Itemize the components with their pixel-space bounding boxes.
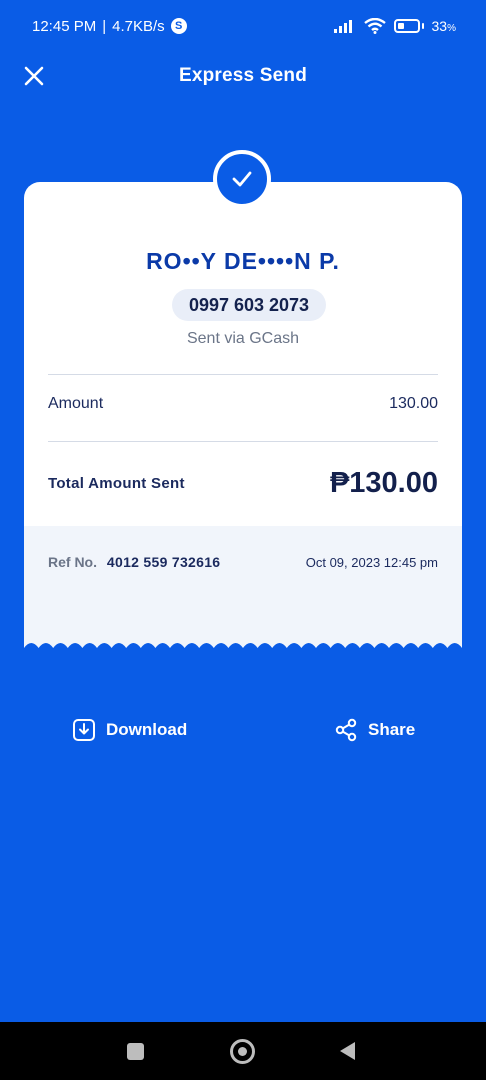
recents-button[interactable] — [127, 1043, 144, 1060]
screen: 12:45 PM | 4.7KB/s S 33% Express Send RO… — [0, 0, 486, 1080]
back-button[interactable] — [340, 1042, 355, 1060]
header: Express Send — [0, 52, 486, 100]
status-left: 12:45 PM | 4.7KB/s S — [32, 18, 187, 35]
home-button[interactable] — [230, 1039, 255, 1064]
share-button[interactable]: Share — [334, 718, 415, 742]
download-button[interactable]: Download — [72, 718, 187, 742]
amount-label: Amount — [48, 395, 104, 412]
reference-group: Ref No. 4012 559 732616 — [48, 554, 220, 570]
amount-row: Amount 130.00 — [48, 395, 438, 413]
total-label: Total Amount Sent — [48, 475, 185, 492]
signal-icon — [333, 20, 352, 33]
check-icon — [232, 171, 252, 187]
battery-icon — [393, 19, 424, 33]
app-badge-icon: S — [170, 18, 187, 34]
system-nav-bar — [0, 1022, 486, 1080]
receipt-edge — [24, 643, 462, 656]
sent-via-label: Sent via GCash — [186, 330, 300, 347]
network-speed: 4.7KB/s — [112, 17, 165, 35]
percent-sign: % — [447, 23, 456, 34]
download-label: Download — [106, 720, 188, 739]
transaction-date: Oct 09, 2023 12:45 pm — [305, 554, 438, 570]
status-time: 12:45 PM — [32, 17, 97, 35]
status-separator: | — [102, 17, 107, 35]
share-icon — [335, 718, 357, 742]
page-title: Express Send — [178, 65, 308, 86]
share-label: Share — [368, 720, 416, 739]
receipt-card: RO••Y DE••••N P. 0997 603 2073 Sent via … — [24, 150, 462, 656]
divider — [48, 374, 438, 375]
reference-section: Ref No. 4012 559 732616 Oct 09, 2023 12:… — [24, 526, 462, 652]
recipient-name: RO••Y DE••••N P. — [146, 248, 340, 274]
status-right: 33% — [333, 18, 456, 34]
total-value: ₱130.00 — [329, 467, 438, 499]
status-bar: 12:45 PM | 4.7KB/s S 33% — [0, 0, 486, 52]
ref-number: 4012 559 732616 — [106, 554, 221, 570]
reference-row: Ref No. 4012 559 732616 Oct 09, 2023 12:… — [48, 554, 438, 570]
download-icon — [73, 719, 95, 741]
success-badge — [213, 150, 271, 208]
total-row: Total Amount Sent ₱130.00 — [48, 467, 438, 500]
battery-fill — [397, 23, 404, 29]
battery-percent-value: 33 — [431, 18, 448, 34]
amount-value: 130.00 — [389, 395, 438, 412]
divider — [48, 441, 438, 442]
recipient-phone: 0997 603 2073 — [172, 289, 326, 321]
close-icon[interactable] — [22, 64, 46, 88]
battery-percent: 33% — [432, 18, 456, 34]
ref-label: Ref No. — [48, 554, 97, 570]
wifi-icon — [363, 18, 386, 34]
